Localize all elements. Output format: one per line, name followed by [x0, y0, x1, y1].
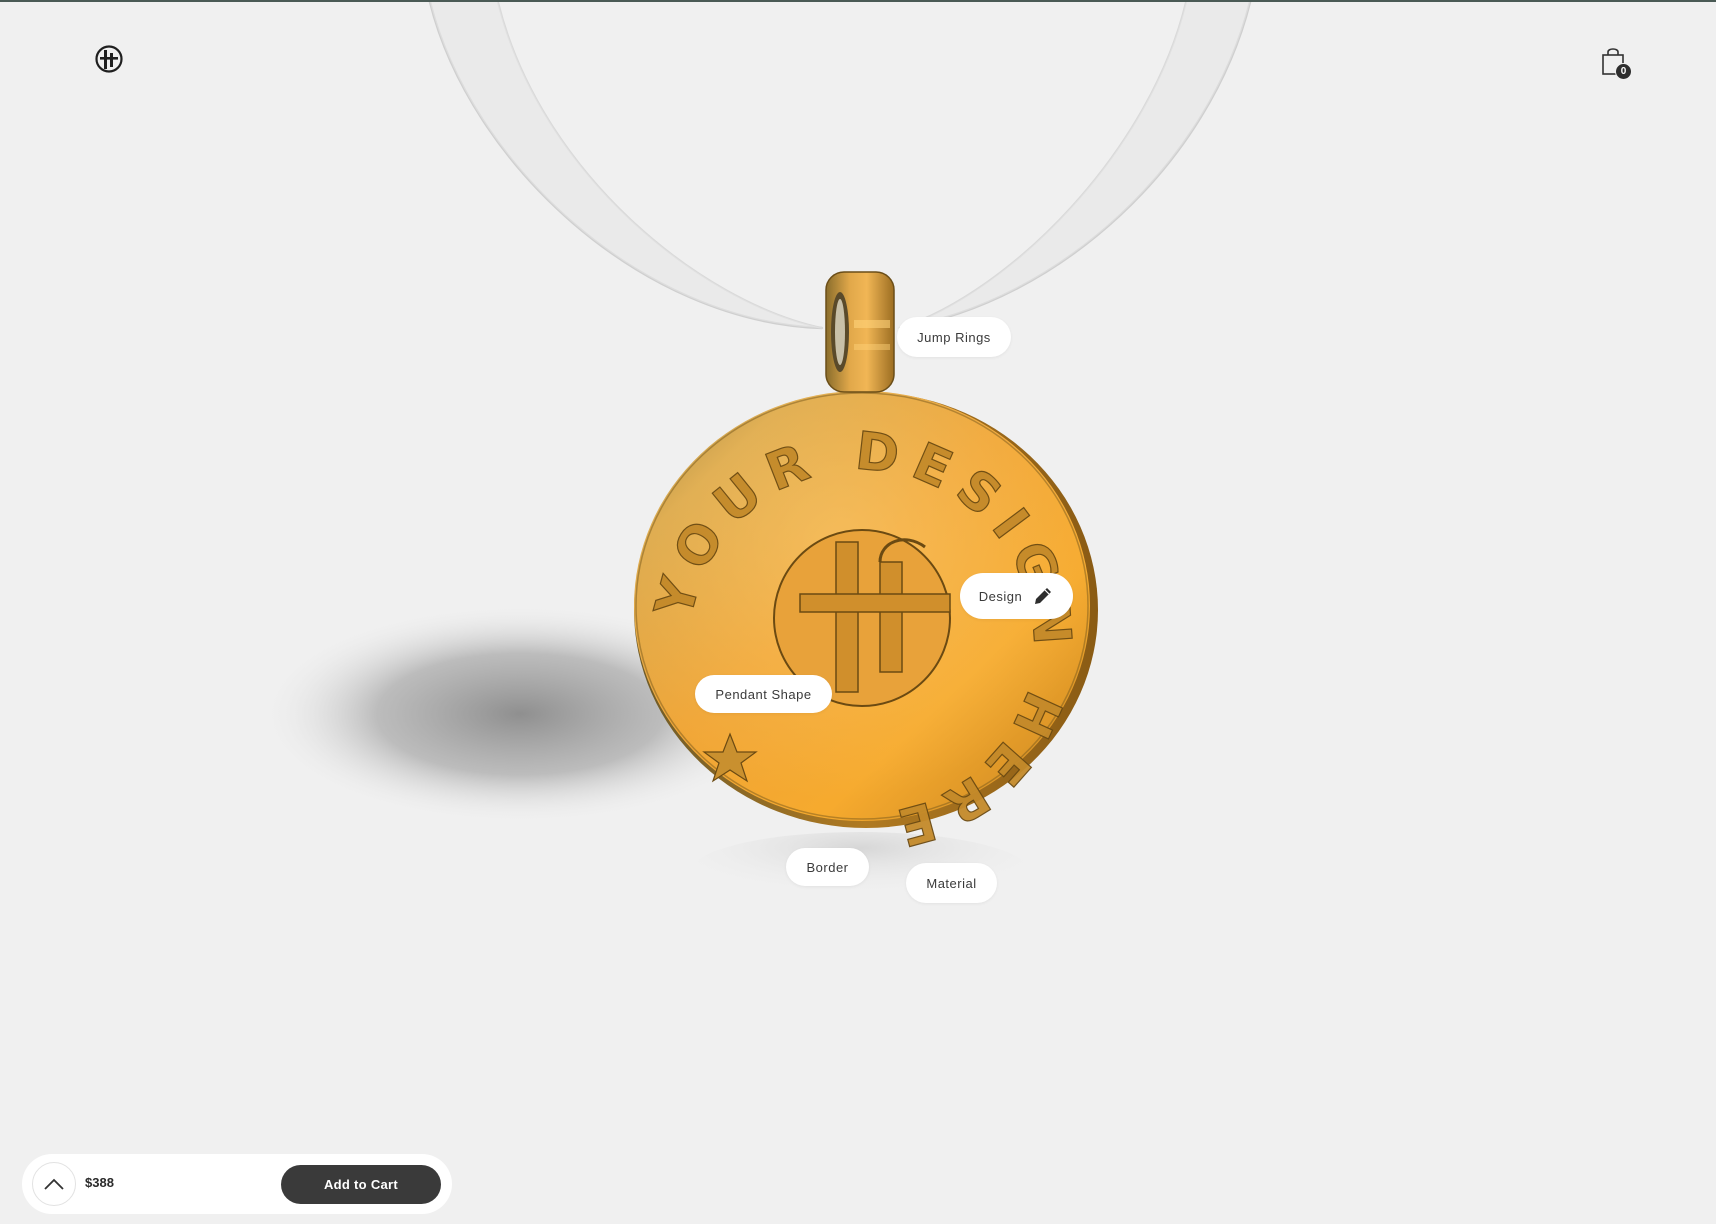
pencil-icon [1032, 585, 1054, 607]
cart-button[interactable]: 0 [1598, 44, 1632, 80]
hotspot-material[interactable]: Material [906, 863, 997, 903]
hotspot-design[interactable]: Design [960, 573, 1073, 619]
product-configurator: YOUR DESIGN HERE 0 Jump Rings Design Pen… [0, 0, 1716, 1224]
add-to-cart-button[interactable]: Add to Cart [281, 1165, 441, 1204]
hotspot-pendant-shape-label: Pendant Shape [715, 686, 812, 702]
cart-count-badge: 0 [1615, 63, 1632, 80]
price-label: $388 [85, 1175, 114, 1190]
brand-logo-icon[interactable] [95, 45, 123, 73]
hotspot-border-label: Border [806, 859, 849, 875]
jump-ring[interactable] [825, 271, 895, 393]
hotspot-jump-rings-label: Jump Rings [917, 329, 991, 345]
chevron-up-icon [44, 1178, 64, 1190]
pendant-3d-viewport[interactable]: YOUR DESIGN HERE [0, 2, 1716, 1224]
hotspot-pendant-shape[interactable]: Pendant Shape [695, 675, 832, 713]
hotspot-material-label: Material [926, 875, 977, 891]
hotspot-border[interactable]: Border [786, 848, 869, 886]
hotspot-jump-rings[interactable]: Jump Rings [897, 317, 1011, 357]
hotspot-design-label: Design [978, 588, 1023, 604]
expand-panel-button[interactable] [32, 1162, 76, 1206]
purchase-bar: $388 Add to Cart [22, 1154, 452, 1214]
